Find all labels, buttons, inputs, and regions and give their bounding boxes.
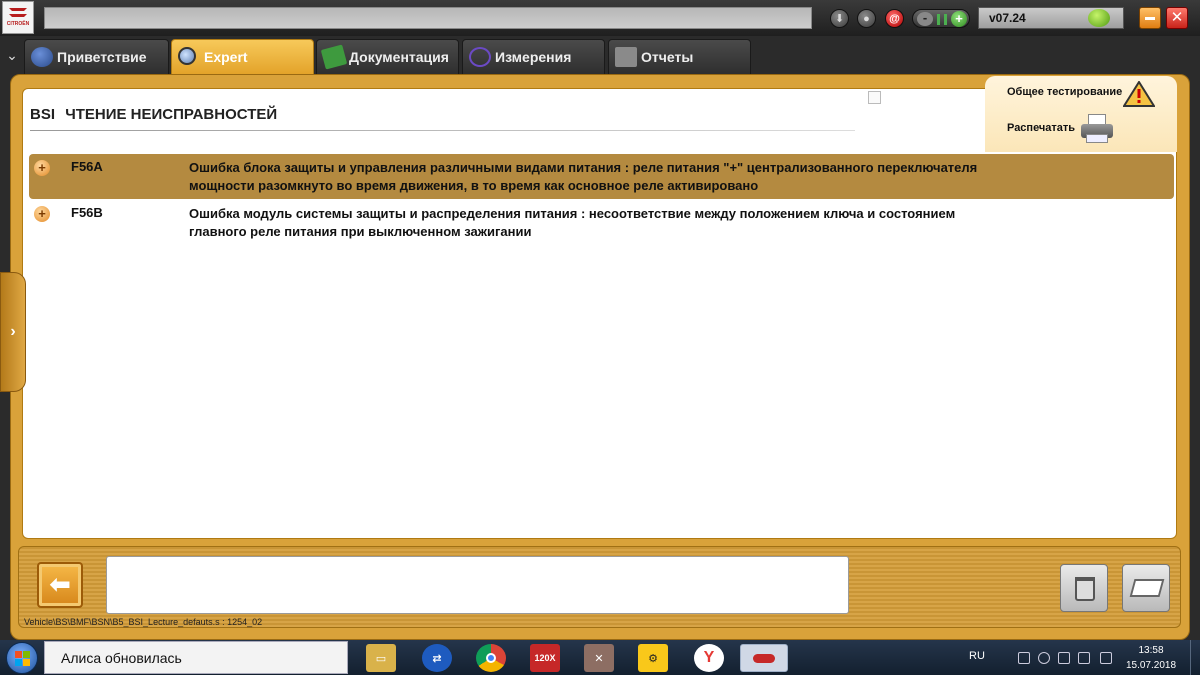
battery-icon[interactable] bbox=[1018, 652, 1030, 664]
tool-app-icon[interactable]: ✕ bbox=[584, 644, 614, 672]
side-tools: Общее тестирование Распечатать bbox=[985, 76, 1177, 152]
connection-status-icon[interactable]: - + bbox=[912, 9, 970, 28]
small-checkbox[interactable] bbox=[868, 91, 881, 104]
magnifier-icon bbox=[178, 47, 196, 65]
print-label: Распечатать bbox=[1007, 122, 1076, 134]
logo-text: CITROËN bbox=[6, 21, 30, 27]
fault-code: F56B bbox=[71, 205, 103, 220]
message-field bbox=[106, 556, 849, 614]
drop-icon[interactable] bbox=[1088, 9, 1110, 27]
back-arrow-button[interactable]: ⬅ bbox=[37, 562, 83, 608]
yandex-browser-icon[interactable]: Y bbox=[694, 644, 724, 672]
globe-icon bbox=[31, 47, 53, 67]
download-icon[interactable]: ⬇ bbox=[830, 9, 849, 28]
clock-time[interactable]: 13:58 bbox=[1126, 645, 1176, 656]
expand-plus-icon[interactable]: + bbox=[34, 160, 50, 176]
a120x-icon[interactable]: 120X bbox=[530, 644, 560, 672]
search-text: Алиса обновилась bbox=[61, 650, 182, 666]
chrome-icon[interactable] bbox=[476, 644, 506, 672]
tab-expert-label: Expert bbox=[204, 49, 248, 65]
fault-description: Ошибка модуль системы защиты и распредел… bbox=[189, 206, 956, 239]
volume-icon[interactable] bbox=[1038, 652, 1050, 664]
warning-icon bbox=[1123, 81, 1155, 107]
recycle-bin-icon bbox=[1075, 577, 1095, 601]
language-indicator[interactable]: RU bbox=[969, 650, 985, 662]
show-desktop-button[interactable] bbox=[1190, 640, 1200, 675]
teamviewer-icon[interactable]: ⇄ bbox=[422, 644, 452, 672]
fault-description: Ошибка блока защиты и управления различн… bbox=[189, 160, 978, 193]
tab-bar: ⌄ Приветствие Expert Документация Измере… bbox=[0, 36, 1200, 74]
waveform-icon bbox=[469, 47, 491, 67]
script-path: Vehicle\BS\BMF\BSN\B5_BSI_Lecture_defaut… bbox=[24, 617, 263, 627]
expand-plus-icon[interactable]: + bbox=[34, 206, 50, 222]
print-button[interactable]: Распечатать bbox=[985, 114, 1177, 144]
diagbox-icon[interactable] bbox=[740, 644, 788, 672]
tab-reports[interactable]: Отчеты bbox=[608, 39, 751, 74]
file-explorer-icon[interactable]: ▭ bbox=[366, 644, 396, 672]
tab-welcome-label: Приветствие bbox=[57, 49, 147, 65]
title-bar: CITROËN ⬇ ● @ - + v07.24 ✕ bbox=[0, 0, 1200, 36]
printer-icon bbox=[1081, 114, 1115, 144]
close-button[interactable]: ✕ bbox=[1166, 7, 1188, 29]
tab-measurements-label: Измерения bbox=[495, 49, 572, 65]
title-field bbox=[44, 7, 812, 29]
global-test-label: Общее тестирование bbox=[1007, 86, 1123, 98]
tab-documentation[interactable]: Документация bbox=[316, 39, 459, 74]
recycle-bin-button[interactable] bbox=[1060, 564, 1108, 612]
book-icon bbox=[320, 44, 348, 70]
fault-row[interactable]: + F56A Ошибка блока защиты и управления … bbox=[29, 154, 1174, 199]
flag-icon[interactable] bbox=[1078, 652, 1090, 664]
send-report-button[interactable] bbox=[1122, 564, 1170, 612]
notification-icon[interactable] bbox=[1100, 652, 1112, 664]
windows-start-icon[interactable] bbox=[6, 642, 38, 674]
citroen-logo: CITROËN bbox=[2, 1, 34, 34]
fault-code: F56A bbox=[71, 159, 103, 174]
clock-date[interactable]: 15.07.2018 bbox=[1120, 660, 1182, 671]
tab-measurements[interactable]: Измерения bbox=[462, 39, 605, 74]
expand-side-panel-button[interactable]: › bbox=[0, 272, 26, 392]
taskbar-search[interactable]: Алиса обновилась bbox=[44, 641, 348, 674]
tab-reports-label: Отчеты bbox=[641, 49, 694, 65]
report-icon bbox=[615, 47, 637, 67]
title-divider bbox=[30, 130, 855, 131]
tab-documentation-label: Документация bbox=[349, 49, 449, 65]
fault-row[interactable]: + F56B Ошибка модуль системы защиты и ра… bbox=[29, 200, 1174, 245]
system-name: BSI bbox=[30, 106, 56, 123]
network-icon[interactable] bbox=[1058, 652, 1070, 664]
minimize-button[interactable] bbox=[1139, 7, 1161, 29]
mail-at-icon[interactable]: @ bbox=[885, 9, 904, 28]
chevron-down-icon[interactable]: ⌄ bbox=[2, 46, 22, 64]
engine-check-icon[interactable]: ⚙ bbox=[638, 644, 668, 672]
paper-tray-icon bbox=[1129, 579, 1165, 597]
user-icon[interactable]: ● bbox=[857, 9, 876, 28]
global-test-button[interactable]: Общее тестирование bbox=[985, 78, 1177, 108]
tab-expert[interactable]: Expert bbox=[171, 39, 314, 74]
page-title-text: ЧТЕНИЕ НЕИСПРАВНОСТЕЙ bbox=[65, 106, 278, 123]
tab-welcome[interactable]: Приветствие bbox=[24, 39, 169, 74]
page-title: BSI ЧТЕНИЕ НЕИСПРАВНОСТЕЙ bbox=[30, 106, 277, 123]
